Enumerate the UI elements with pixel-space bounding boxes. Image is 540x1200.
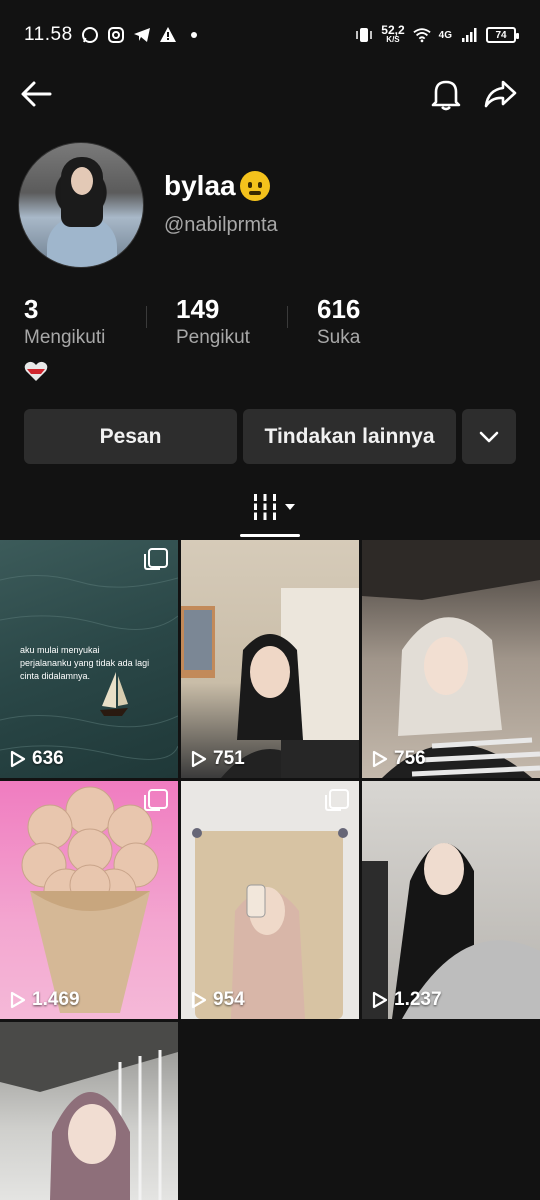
display-name: bylaa xyxy=(164,170,270,202)
multi-image-icon xyxy=(144,548,168,570)
view-count: 954 xyxy=(191,989,245,1011)
video-caption: aku mulai menyukai perjalananku yang tid… xyxy=(20,645,150,681)
stat-followers-label: Pengikut xyxy=(176,327,250,348)
stat-followers-value: 149 xyxy=(176,294,220,324)
instagram-icon xyxy=(107,26,125,44)
avatar[interactable] xyxy=(18,142,144,268)
signal-icon xyxy=(460,26,478,44)
dot-icon xyxy=(185,26,203,44)
share-button[interactable] xyxy=(480,74,520,114)
stat-following-label: Mengikuti xyxy=(24,327,106,348)
view-count: 751 xyxy=(191,748,245,770)
stat-likes-label: Suka xyxy=(317,327,361,348)
caret-down-icon xyxy=(285,504,295,510)
message-button[interactable]: Pesan xyxy=(24,409,237,464)
stat-following-value: 3 xyxy=(24,294,39,324)
stat-followers[interactable]: 149 Pengikut xyxy=(146,294,326,354)
view-count-value: 751 xyxy=(213,748,245,769)
whatsapp-icon xyxy=(81,26,99,44)
play-icon xyxy=(10,991,26,1009)
video-tile[interactable]: 1.237 xyxy=(362,781,540,1019)
network-type: 4G xyxy=(438,29,452,41)
profile-stats: 3 Mengikuti 149 Pengikut 616 Suka xyxy=(24,294,540,354)
tab-videos[interactable] xyxy=(252,492,296,522)
net-speed: 52,2 K/S xyxy=(381,24,404,45)
view-count: 756 xyxy=(372,748,426,770)
video-tile[interactable]: 756 xyxy=(362,540,540,778)
view-count: 636 xyxy=(10,748,64,770)
play-icon xyxy=(191,991,207,1009)
warning-icon xyxy=(159,26,177,44)
suggestions-dropdown-button[interactable] xyxy=(462,409,516,464)
multi-image-icon xyxy=(325,789,349,811)
bio-heart-icon xyxy=(24,360,48,382)
wifi-icon xyxy=(413,26,431,44)
profile-actions: Pesan Tindakan lainnya xyxy=(24,409,516,464)
view-count: 1.469 xyxy=(10,989,80,1011)
view-count-value: 1.469 xyxy=(32,989,80,1010)
status-time: 11.58 xyxy=(24,24,73,45)
vibrate-icon xyxy=(355,26,373,44)
play-icon xyxy=(372,991,388,1009)
grid-icon xyxy=(252,494,278,520)
bell-icon xyxy=(431,80,461,111)
profile-header: bylaa @nabilprmta xyxy=(18,142,540,272)
view-count-value: 1.237 xyxy=(394,989,442,1010)
chevron-down-icon xyxy=(479,431,499,442)
status-bar: 11.58 52,2 K/S 4G 74 xyxy=(0,0,540,70)
video-tile[interactable]: 751 xyxy=(181,540,359,778)
video-tile[interactable]: 1.469 xyxy=(0,781,178,1019)
more-actions-button[interactable]: Tindakan lainnya xyxy=(243,409,456,464)
multi-image-icon xyxy=(144,789,168,811)
content-tab-bar xyxy=(0,488,540,538)
notification-button[interactable] xyxy=(426,74,466,114)
stat-likes[interactable]: 616 Suka xyxy=(287,294,467,354)
display-name-text: bylaa xyxy=(164,170,236,201)
back-button[interactable] xyxy=(16,74,56,114)
view-count: 1.237 xyxy=(372,989,442,1011)
tab-active-indicator xyxy=(240,534,300,537)
play-icon xyxy=(10,750,26,768)
play-icon xyxy=(372,750,388,768)
view-count-value: 636 xyxy=(32,748,64,769)
top-navigation xyxy=(0,70,540,118)
stat-likes-value: 616 xyxy=(317,294,361,324)
battery-indicator: 74 xyxy=(486,27,519,43)
view-count-value: 756 xyxy=(394,748,426,769)
telegram-icon xyxy=(133,26,151,44)
play-icon xyxy=(191,750,207,768)
username-handle: @nabilprmta xyxy=(164,214,278,236)
view-count-value: 954 xyxy=(213,989,245,1010)
back-arrow-icon xyxy=(21,81,52,107)
video-tile[interactable]: 954 xyxy=(181,781,359,1019)
share-icon xyxy=(484,80,517,108)
video-tile[interactable]: aku mulai menyukai perjalananku yang tid… xyxy=(0,540,178,778)
dizzy-face-emoji-icon xyxy=(239,171,270,201)
stat-following[interactable]: 3 Mengikuti xyxy=(24,294,174,354)
video-tile[interactable] xyxy=(0,1022,178,1200)
